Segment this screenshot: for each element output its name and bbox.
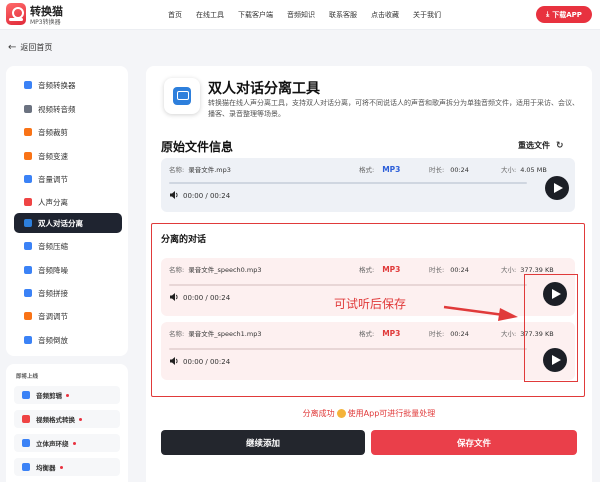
file-name: 名称: 录音文件.mp3 <box>169 166 231 174</box>
main-panel: 双人对话分离工具 转换猫在线人声分离工具，支持双人对话分离，可将不同说话人的声音… <box>146 66 592 482</box>
smile-icon <box>336 409 346 418</box>
sidebar-item-audio-trim[interactable]: 音频裁剪 <box>14 122 122 142</box>
volume-icon[interactable] <box>169 292 179 302</box>
file-duration: 时长: 00:24 <box>429 330 469 338</box>
arrow-left-icon: ← <box>8 42 17 53</box>
playback-time: 00:00 / 00:24 <box>183 192 231 200</box>
original-file-card: 名称: 录音文件.mp3 格式: MP3 时长: 00:24 大小: 4.05 MB 0… <box>161 158 575 212</box>
download-app-label: 下载APP <box>552 10 582 19</box>
new-dot-icon <box>59 465 63 469</box>
status-message: 分离成功 使用App可进行批量处理 <box>302 409 436 418</box>
noise-reduction-icon <box>24 266 32 274</box>
page-description: 转换猫在线人声分离工具，支持双人对话分离，可将不同说话人的声音和歌声拆分为单独音… <box>208 99 579 118</box>
sidebar-item-vocal-separation[interactable]: 人声分离 <box>14 192 122 212</box>
back-home-link[interactable]: ← 返回首页 <box>8 42 52 53</box>
coming-soon-item-video-format[interactable]: 视频格式转换 <box>14 410 120 428</box>
file-name: 名称: 录音文件_speech0.mp3 <box>169 266 262 274</box>
dialogue-separation-icon <box>24 219 32 227</box>
sidebar-item-volume[interactable]: 音量调节 <box>14 169 122 189</box>
sidebar-item-audio-merge[interactable]: 音频拼接 <box>14 283 122 303</box>
top-navbar: 转换猫 MP3转换器 首页 在线工具 下载客户端 音频知识 联系客服 点击收藏 … <box>0 0 600 30</box>
audio-reverse-icon <box>24 336 32 344</box>
coming-soon-item-audio-edit[interactable]: 音频剪辑 <box>14 386 120 404</box>
sidebar-item-video-to-audio[interactable]: 视频转音频 <box>14 99 122 119</box>
volume-icon[interactable] <box>169 190 179 200</box>
download-app-button[interactable]: ⤓ 下载APP <box>536 6 592 23</box>
coming-soon-title: 即将上线 <box>16 374 39 380</box>
sidebar-item-audio-converter[interactable]: 音频转换器 <box>14 75 122 95</box>
dialogue-tool-icon <box>164 78 200 114</box>
main-nav: 首页 在线工具 下载客户端 音频知识 联系客服 点击收藏 关于我们 <box>168 10 455 20</box>
play-buttons-highlight-frame <box>524 274 578 382</box>
playback-progress[interactable] <box>169 348 527 350</box>
reselect-file-button[interactable]: 重选文件 ↻ <box>518 140 564 151</box>
new-dot-icon <box>72 441 76 445</box>
audio-speed-icon <box>24 152 32 160</box>
sidebar-item-dialogue-separation[interactable]: 双人对话分离 <box>14 213 122 233</box>
new-dot-icon <box>79 417 82 421</box>
download-icon: ⤓ <box>546 10 550 18</box>
back-home-label: 返回首页 <box>20 43 53 52</box>
sidebar-item-audio-compress[interactable]: 音频压缩 <box>14 236 122 256</box>
separated-file-card-1: 名称: 录音文件_speech1.mp3 格式: MP3 时长: 00:24 大小: 3… <box>161 322 575 380</box>
file-format: 格式: MP3 <box>359 165 401 174</box>
pitch-adjust-icon <box>24 312 32 320</box>
sidebar-item-audio-speed[interactable]: 音频变速 <box>14 146 122 166</box>
original-file-title: 原始文件信息 <box>161 140 234 154</box>
surround-icon <box>22 439 30 447</box>
video-format-icon <box>22 415 30 423</box>
file-name: 名称: 录音文件_speech1.mp3 <box>169 330 262 338</box>
annotation-arrow-icon <box>443 305 518 321</box>
page-title: 双人对话分离工具 <box>208 81 320 97</box>
separated-title: 分离的对话 <box>161 235 207 245</box>
playback-time: 00:00 / 00:24 <box>183 358 231 366</box>
coming-soon-panel: 即将上线 音频剪辑 视频格式转换 立体声环绕 均衡器 <box>6 364 128 482</box>
save-file-button[interactable]: 保存文件 <box>371 430 577 455</box>
playback-progress[interactable] <box>169 284 527 286</box>
refresh-icon: ↻ <box>556 140 564 151</box>
audio-compress-icon <box>24 242 32 250</box>
video-to-audio-icon <box>24 105 32 113</box>
file-format: 格式: MP3 <box>359 265 401 274</box>
audio-merge-icon <box>24 289 32 297</box>
file-format: 格式: MP3 <box>359 329 401 338</box>
sidebar-item-noise-reduction[interactable]: 音频降噪 <box>14 260 122 280</box>
audio-converter-icon <box>24 81 32 89</box>
volume-adjust-icon <box>24 175 32 183</box>
file-duration: 时长: 00:24 <box>429 266 469 274</box>
nav-item-bookmark[interactable]: 点击收藏 <box>371 10 399 20</box>
equalizer-icon <box>22 463 30 471</box>
brand-subtitle: MP3转换器 <box>30 19 61 26</box>
coming-soon-item-surround[interactable]: 立体声环绕 <box>14 434 120 452</box>
audio-edit-icon <box>22 391 30 399</box>
brand-logo-icon[interactable] <box>6 3 26 25</box>
file-size: 大小: 4.05 MB <box>501 166 547 174</box>
sidebar-item-reverse[interactable]: 音频倒放 <box>14 330 122 350</box>
nav-item-online-tools[interactable]: 在线工具 <box>196 10 224 20</box>
new-dot-icon <box>66 393 69 397</box>
audio-trim-icon <box>24 128 32 136</box>
playback-time: 00:00 / 00:24 <box>183 294 231 302</box>
nav-item-about[interactable]: 关于我们 <box>413 10 441 20</box>
play-button[interactable] <box>545 176 569 200</box>
playback-progress[interactable] <box>169 182 527 184</box>
sidebar-item-pitch[interactable]: 音调调节 <box>14 306 122 326</box>
nav-item-home[interactable]: 首页 <box>168 10 182 20</box>
tool-sidebar: 音频转换器 视频转音频 音频裁剪 音频变速 音量调节 人声分离 双人对话分离 音… <box>6 66 128 356</box>
annotation-text: 可试听后保存 <box>334 297 407 311</box>
continue-add-button[interactable]: 继续添加 <box>161 430 365 455</box>
nav-item-audio-knowledge[interactable]: 音频知识 <box>287 10 315 20</box>
nav-item-contact-support[interactable]: 联系客服 <box>329 10 357 20</box>
nav-item-download-client[interactable]: 下载客户端 <box>238 10 273 20</box>
file-size: 大小: 377.39 KB <box>501 266 554 274</box>
file-duration: 时长: 00:24 <box>429 166 469 174</box>
coming-soon-item-equalizer[interactable]: 均衡器 <box>14 458 120 476</box>
volume-icon[interactable] <box>169 356 179 366</box>
reselect-label: 重选文件 <box>518 141 550 150</box>
vocal-separation-icon <box>24 198 32 206</box>
